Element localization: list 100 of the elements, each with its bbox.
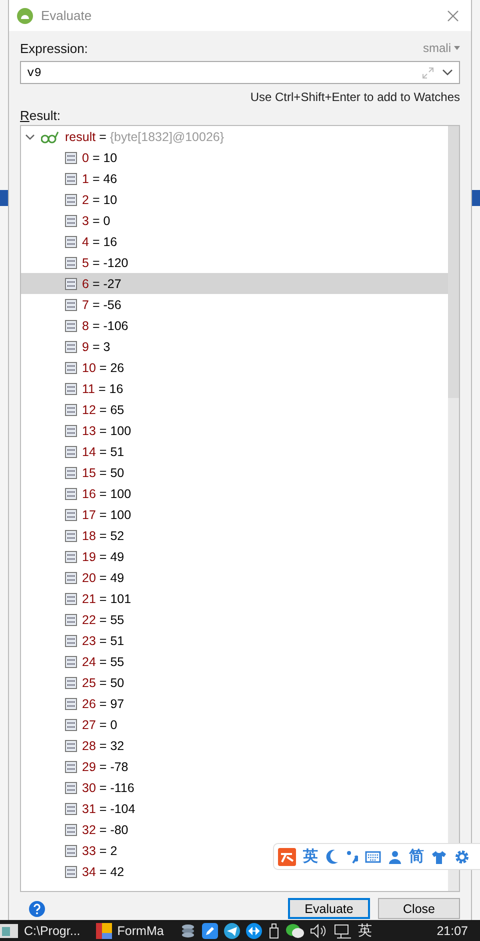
binary-icon (65, 320, 77, 332)
tree-item[interactable]: 26 = 97 (21, 693, 448, 714)
binary-icon (65, 530, 77, 542)
stack-icon[interactable] (180, 922, 196, 938)
pen-icon[interactable] (202, 922, 218, 938)
tree-item[interactable]: 24 = 55 (21, 651, 448, 672)
binary-icon (65, 194, 77, 206)
tree-item[interactable]: 2 = 10 (21, 189, 448, 210)
tree-item[interactable]: 6 = -27 (21, 273, 448, 294)
tree-item[interactable]: 7 = -56 (21, 294, 448, 315)
ime-mode-label[interactable]: 简 (409, 847, 424, 866)
tree-item[interactable]: 27 = 0 (21, 714, 448, 735)
window-icon[interactable] (0, 922, 18, 938)
binary-icon (65, 362, 77, 374)
usb-drive-icon[interactable] (268, 922, 280, 938)
punctuation-icon[interactable] (346, 850, 358, 864)
moon-icon[interactable] (325, 848, 339, 864)
binary-icon (65, 572, 77, 584)
dialog-button[interactable]: Evaluate (288, 898, 370, 919)
binary-icon (65, 382, 77, 394)
tree-item[interactable]: 13 = 100 (21, 420, 448, 441)
tree-item[interactable]: 11 = 16 (21, 378, 448, 399)
network-icon[interactable] (334, 922, 352, 938)
tree-item[interactable]: 0 = 10 (21, 147, 448, 168)
chevron-down-icon[interactable] (25, 132, 35, 142)
binary-icon (65, 656, 77, 668)
chat-bubbles-icon[interactable] (286, 922, 304, 938)
tree-item[interactable]: 16 = 100 (21, 483, 448, 504)
tree-item[interactable]: 29 = -78 (21, 756, 448, 777)
tree-item[interactable]: 8 = -106 (21, 315, 448, 336)
expression-field[interactable]: v9 (20, 61, 460, 84)
tree-item[interactable]: 5 = -120 (21, 252, 448, 273)
tree-item[interactable]: 3 = 0 (21, 210, 448, 231)
binary-icon (65, 446, 77, 458)
tree-item[interactable]: 14 = 51 (21, 441, 448, 462)
tree-item[interactable]: 23 = 51 (21, 630, 448, 651)
paper-plane-icon[interactable] (224, 922, 240, 938)
binary-icon (65, 718, 77, 730)
window-title: Evaluate (41, 8, 93, 23)
ime-mode-label[interactable]: 英 (303, 847, 318, 866)
binary-icon (65, 676, 77, 688)
binary-icon (65, 172, 77, 184)
scrollbar[interactable] (448, 126, 459, 891)
tree-item[interactable]: 25 = 50 (21, 672, 448, 693)
app-icon[interactable] (96, 922, 112, 938)
binary-icon (65, 508, 77, 520)
speaker-icon[interactable] (310, 922, 328, 938)
binary-icon (65, 278, 77, 290)
binary-icon (65, 298, 77, 310)
binary-icon (65, 466, 77, 478)
tree-item[interactable]: 30 = -116 (21, 777, 448, 798)
binary-icon (65, 340, 77, 352)
keyboard-icon[interactable] (365, 850, 381, 862)
tree-item[interactable]: 20 = 49 (21, 567, 448, 588)
tree-item[interactable]: 19 = 49 (21, 546, 448, 567)
taskbar-app[interactable]: C:\Progr... (24, 924, 90, 938)
user-icon[interactable] (388, 850, 402, 864)
binary-icon (65, 236, 77, 248)
tree-item[interactable]: 4 = 16 (21, 231, 448, 252)
tree-item[interactable]: 15 = 50 (21, 462, 448, 483)
tree-item[interactable]: 12 = 65 (21, 399, 448, 420)
dialog-button[interactable]: Close (378, 898, 460, 919)
tree-item[interactable]: 18 = 52 (21, 525, 448, 546)
result-label: Result: (20, 108, 62, 123)
binary-icon (65, 214, 77, 226)
binary-icon (65, 614, 77, 626)
tree-item[interactable]: 28 = 32 (21, 735, 448, 756)
settings-icon[interactable] (454, 848, 470, 864)
input-method-indicator[interactable]: 英 (358, 922, 372, 940)
hint-text: Use Ctrl+Shift+Enter to add to Watches (249, 90, 460, 104)
tree-item[interactable]: 17 = 100 (21, 504, 448, 525)
tree-item[interactable]: 9 = 3 (21, 336, 448, 357)
android-logo-icon (17, 8, 33, 24)
binary-icon (65, 740, 77, 752)
tree-item[interactable]: 21 = 101 (21, 588, 448, 609)
binary-icon (65, 592, 77, 604)
binary-icon (65, 782, 77, 794)
expression-label: Expression: (20, 40, 88, 56)
logo-icon[interactable] (278, 848, 296, 866)
shirt-icon[interactable] (431, 850, 447, 864)
help-icon[interactable] (29, 900, 45, 916)
binary-icon (65, 404, 77, 416)
taskbar-app[interactable]: FormMa (96, 922, 174, 938)
binary-icon (65, 152, 77, 164)
binary-icon (65, 844, 77, 856)
binary-icon (65, 698, 77, 710)
tree-item[interactable]: result = {byte[1832]@10026} (21, 126, 448, 147)
chevron-down-icon[interactable] (442, 69, 453, 76)
tree-item[interactable]: 1 = 46 (21, 168, 448, 189)
tree-item[interactable]: 32 = -80 (21, 819, 448, 840)
tree-item[interactable]: 10 = 26 (21, 357, 448, 378)
binary-icon (65, 824, 77, 836)
clock[interactable]: 21:07 (436, 924, 480, 938)
binary-icon (65, 634, 77, 646)
binary-icon (65, 488, 77, 500)
tree-item[interactable]: 22 = 55 (21, 609, 448, 630)
caret-icon[interactable] (454, 46, 460, 50)
close-icon[interactable] (447, 10, 459, 22)
tree-item[interactable]: 31 = -104 (21, 798, 448, 819)
glasses-icon (41, 130, 59, 144)
